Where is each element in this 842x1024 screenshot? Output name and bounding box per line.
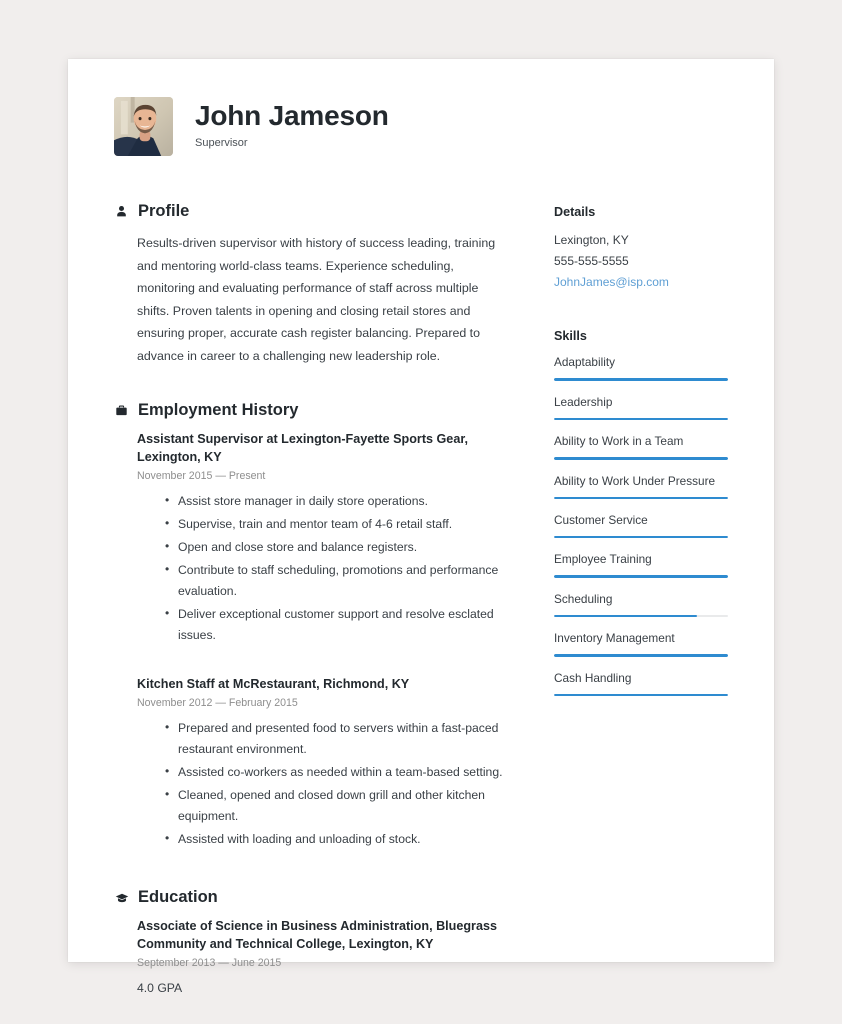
skill-item: Customer Service [554,512,728,539]
skill-level-fill [554,614,697,618]
entry-date: November 2012 — February 2015 [137,697,298,710]
skill-item: Ability to Work in a Team [554,433,728,460]
bullet-item: Cleaned, opened and closed down grill an… [165,784,518,827]
bullet-item: Assist store manager in daily store oper… [165,490,518,512]
skills-title: Skills [554,329,587,344]
section-profile: Profile Results-driven supervisor with h… [114,202,518,367]
section-employment-header: Employment History [114,401,518,420]
entry-bullets: Prepared and presented food to servers w… [137,717,518,850]
skill-label: Employee Training [554,552,652,567]
main-column: Profile Results-driven supervisor with h… [114,202,518,1021]
resume-page: John Jameson Supervisor Profile Results-… [68,59,774,995]
skill-label: Customer Service [554,513,648,528]
section-employment: Employment History Assistant Supervisor … [114,401,518,850]
skill-level-track [554,614,728,618]
skill-level-track [554,575,728,578]
profile-text: Results-driven supervisor with history o… [137,236,496,363]
candidate-name: John Jameson [195,100,389,131]
skill-level-track [554,417,728,421]
section-education: Education Associate of Science in Busine… [114,888,518,995]
avatar [114,97,173,156]
header-text: John Jameson Supervisor [195,97,389,149]
details-block: Details Lexington, KY 555-555-5555 JohnJ… [554,205,728,293]
skill-level-fill [554,535,728,539]
skill-level-track [554,378,728,381]
entry-date: November 2015 — Present [137,470,266,483]
skill-label: Scheduling [554,591,613,606]
section-profile-title: Profile [138,202,190,220]
bullet-item: Assisted co-workers as needed within a t… [165,761,518,783]
employment-entry: Kitchen Staff at McRestaurant, Richmond,… [114,676,518,850]
employment-entry: Assistant Supervisor at Lexington-Fayett… [114,431,518,646]
skill-level-track [554,496,728,500]
section-profile-header: Profile [114,202,518,221]
skill-level-fill [554,496,728,500]
skill-level-fill [554,378,728,381]
skill-item: Cash Handling [554,670,728,697]
section-employment-title: Employment History [138,401,299,420]
bullet-item: Assisted with loading and unloading of s… [165,828,518,850]
skill-level-fill [554,457,728,460]
skill-level-track [554,535,728,539]
skill-level-track [554,693,728,697]
skill-level-fill [554,575,728,578]
skill-level-fill [554,417,728,421]
skill-item: Adaptability [554,354,728,381]
bullet-item: Contribute to staff scheduling, promotio… [165,559,518,602]
entry-date: September 2013 — June 2015 [137,957,282,970]
skill-label: Inventory Management [554,631,675,646]
content-columns: Profile Results-driven supervisor with h… [114,202,728,1021]
skill-level-track [554,457,728,460]
section-education-header: Education [114,888,518,907]
bullet-item: Supervise, train and mentor team of 4-6 … [165,513,518,535]
skill-item: Leadership [554,394,728,421]
skill-label: Ability to Work Under Pressure [554,473,716,488]
skill-label: Cash Handling [554,670,632,685]
skill-item: Employee Training [554,551,728,578]
skill-label: Adaptability [554,355,615,370]
sidebar-column: Details Lexington, KY 555-555-5555 JohnJ… [554,202,728,726]
bullet-item: Prepared and presented food to servers w… [165,717,518,760]
entry-title: Kitchen Staff at McRestaurant, Richmond,… [137,677,410,692]
resume-header: John Jameson Supervisor [114,97,728,156]
skills-list: Adaptability Leadership Ability to Work in… [554,354,728,697]
education-entry: Associate of Science in Business Adminis… [114,918,518,995]
skill-level-track [554,654,728,657]
skill-item: Inventory Management [554,630,728,657]
skill-label: Leadership [554,394,613,409]
person-icon [114,204,129,219]
section-education-title: Education [138,888,218,907]
entry-title: Assistant Supervisor at Lexington-Fayett… [137,432,469,464]
detail-email[interactable]: JohnJames@isp.com [554,272,728,293]
skill-level-fill [554,693,728,697]
graduation-cap-icon [114,890,129,905]
skills-block: Skills Adaptability Leadership Ability to … [554,329,728,697]
bullet-item: Open and close store and balance registe… [165,536,518,558]
skill-item: Ability to Work Under Pressure [554,473,728,500]
skill-item: Scheduling [554,591,728,618]
bullet-item: Deliver exceptional customer support and… [165,603,518,646]
detail-location: Lexington, KY [554,233,629,247]
skill-label: Ability to Work in a Team [554,434,684,449]
skill-level-fill [554,654,728,657]
details-title: Details [554,205,596,219]
briefcase-icon [114,403,129,418]
entry-title: Associate of Science in Business Adminis… [137,919,497,951]
entry-gpa: 4.0 GPA [137,981,183,996]
detail-phone[interactable]: 555-555-5555 [554,251,728,272]
candidate-job-title: Supervisor [195,136,248,149]
profile-photo-icon [114,97,173,156]
entry-bullets: Assist store manager in daily store oper… [137,490,518,646]
